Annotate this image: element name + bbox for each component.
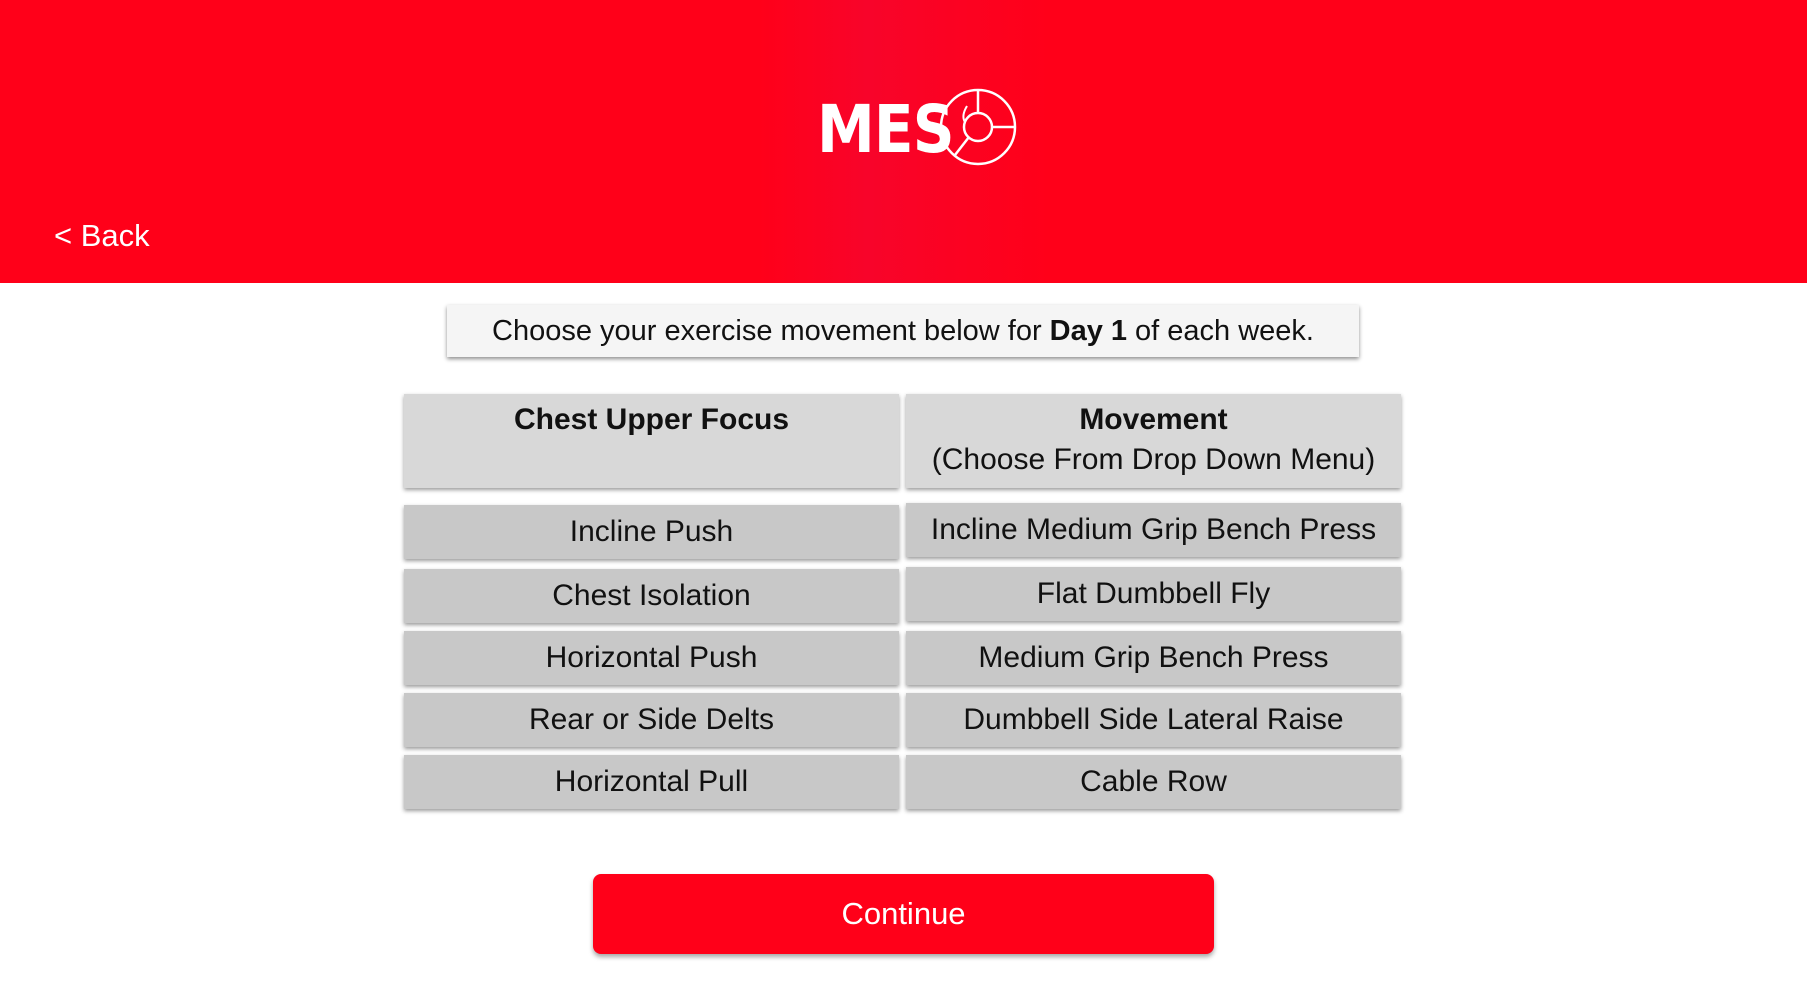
focus-cell: Chest Isolation [404, 569, 899, 623]
focus-cell: Rear or Side Delts [404, 693, 899, 747]
movement-dropdown[interactable]: Cable Row [906, 755, 1401, 809]
column-header-movement-sublabel: (Choose From Drop Down Menu) [931, 443, 1376, 476]
column-header-movement: Movement (Choose From Drop Down Menu) [906, 394, 1401, 488]
mes-logo: MES [817, 84, 1017, 174]
instruction-day: Day 1 [1049, 314, 1128, 347]
movement-dropdown[interactable]: Dumbbell Side Lateral Raise [906, 693, 1401, 747]
movement-dropdown[interactable]: Flat Dumbbell Fly [906, 567, 1401, 621]
back-link[interactable]: < Back [54, 218, 150, 254]
focus-cell: Horizontal Pull [404, 755, 899, 809]
movement-dropdown[interactable]: Incline Medium Grip Bench Press [906, 503, 1401, 557]
logo-text: MES [817, 90, 955, 168]
instruction-banner: Choose your exercise movement below for … [447, 305, 1359, 357]
instruction-prefix: Choose your exercise movement below for [492, 314, 1042, 347]
column-header-movement-label: Movement [1079, 403, 1228, 436]
logo-circle-icon [939, 88, 1017, 166]
column-header-focus-label: Chest Upper Focus [513, 403, 790, 436]
header-bar: MES < Back [0, 0, 1807, 283]
focus-cell: Horizontal Push [404, 631, 899, 685]
instruction-suffix: of each week. [1135, 314, 1314, 347]
continue-button[interactable]: Continue [593, 874, 1214, 954]
movement-dropdown[interactable]: Medium Grip Bench Press [906, 631, 1401, 685]
focus-cell: Incline Push [404, 505, 899, 559]
column-header-focus: Chest Upper Focus [404, 394, 899, 488]
